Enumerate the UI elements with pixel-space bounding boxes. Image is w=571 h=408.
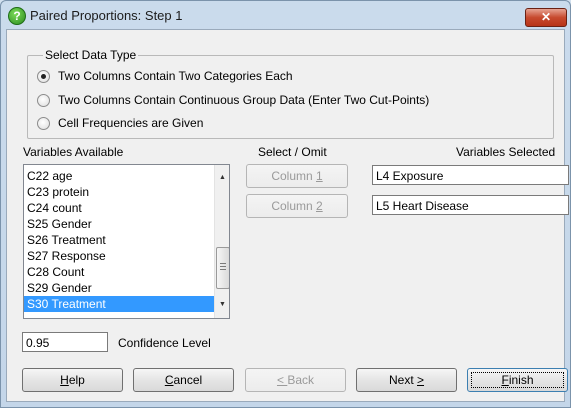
column-2-label: Column: [271, 199, 316, 213]
scroll-up-arrow-icon[interactable]: ▲: [215, 171, 229, 185]
radio-label: Two Columns Contain Two Categories Each: [58, 69, 293, 83]
data-type-legend: Select Data Type: [43, 48, 139, 62]
close-button[interactable]: ✕: [525, 8, 567, 27]
column-2-accel: 2: [316, 199, 323, 213]
list-item[interactable]: C24 count: [24, 200, 216, 216]
list-item[interactable]: S27 Response: [24, 248, 216, 264]
finish-accel: F: [501, 373, 509, 387]
grip-line: [220, 266, 226, 267]
confidence-level-label: Confidence Level: [118, 336, 211, 350]
help-accel: H: [60, 373, 69, 387]
list-item[interactable]: S25 Gender: [24, 216, 216, 232]
radio-label: Two Columns Contain Continuous Group Dat…: [58, 93, 430, 107]
confidence-level-input[interactable]: 0.95: [22, 332, 108, 352]
cancel-button[interactable]: Cancel: [133, 368, 234, 392]
selected-variable-1-field[interactable]: L4 Exposure: [372, 165, 569, 185]
title-bar[interactable]: ? Paired Proportions: Step 1 ✕: [1, 1, 570, 31]
help-button[interactable]: Help: [22, 368, 123, 392]
variables-available-list[interactable]: C22 age C23 protein C24 count S25 Gender…: [23, 164, 230, 319]
list-item[interactable]: C22 age: [24, 168, 216, 184]
list-item-selected[interactable]: S30 Treatment: [24, 296, 216, 312]
scroll-thumb[interactable]: [216, 247, 229, 289]
list-item[interactable]: S29 Gender: [24, 280, 216, 296]
radio-button[interactable]: [37, 94, 50, 107]
back-accel: <: [276, 373, 288, 387]
next-button[interactable]: Next >: [356, 368, 457, 392]
variables-available-label: Variables Available: [23, 145, 124, 159]
column-1-accel: 1: [316, 169, 323, 183]
radio-label: Cell Frequencies are Given: [58, 116, 204, 130]
scroll-down-arrow-icon[interactable]: ▼: [215, 298, 229, 312]
back-button[interactable]: < Back: [245, 368, 346, 392]
list-scrollbar[interactable]: ▲ ▼: [214, 165, 229, 318]
window-title: Paired Proportions: Step 1: [30, 8, 183, 23]
column-2-button[interactable]: Column 2: [246, 194, 348, 218]
finish-button[interactable]: Finish: [467, 368, 568, 392]
help-label: elp: [68, 373, 85, 387]
radio-button-checked[interactable]: [37, 70, 50, 83]
radio-button[interactable]: [37, 117, 50, 130]
list-item[interactable]: C28 Count: [24, 264, 216, 280]
select-omit-label: Select / Omit: [258, 145, 327, 159]
column-1-label: Column: [271, 169, 316, 183]
column-1-button[interactable]: Column 1: [246, 164, 348, 188]
help-question-icon: ?: [8, 7, 26, 25]
grip-line: [220, 269, 226, 270]
next-label: Next: [388, 373, 417, 387]
next-accel: >: [417, 373, 425, 387]
list-item[interactable]: S26 Treatment: [24, 232, 216, 248]
grip-line: [220, 263, 226, 264]
back-label: Back: [287, 373, 315, 387]
list-item[interactable]: C23 protein: [24, 184, 216, 200]
cancel-label: ancel: [173, 373, 203, 387]
variables-selected-label: Variables Selected: [456, 145, 556, 159]
finish-label: inish: [508, 373, 534, 387]
selected-variable-2-field[interactable]: L5 Heart Disease: [372, 195, 569, 215]
